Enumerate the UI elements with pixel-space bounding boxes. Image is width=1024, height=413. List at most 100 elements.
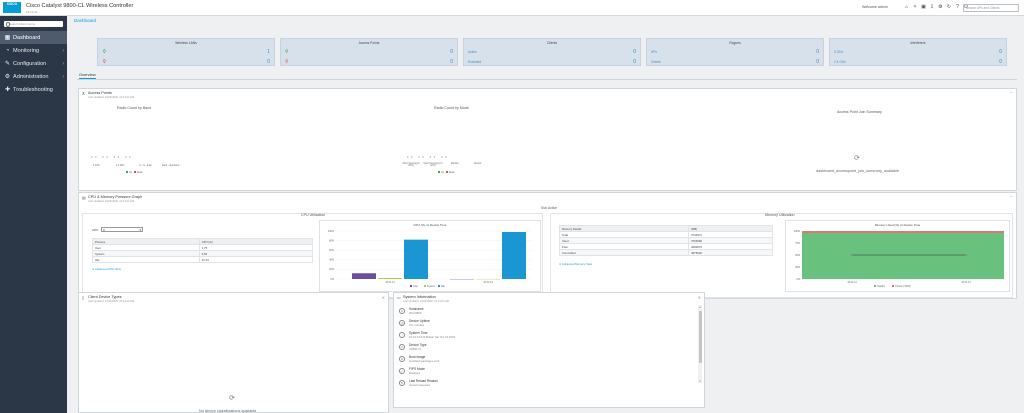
tile-label: APs [651,49,657,54]
band-legend: Up Down [125,171,143,174]
tile-access-points[interactable]: Access Points ⚲ 0 ⚲ 0 [280,38,458,66]
mode-count-values: 0 0 0 0 0 0 0 0 [407,156,448,159]
y-tick-label: 100% [328,230,335,233]
tile-rogues[interactable]: Rogues APs 0 Clients 0 [646,38,824,66]
scroll-down-icon[interactable]: ▾ [698,379,702,383]
system-icon: ▭ [397,294,401,300]
tile-title: Rogues [729,41,741,45]
advanced-cpu-link[interactable]: ⊙ Advanced CPU View [92,267,121,271]
bar-idle [404,239,428,279]
save-icon[interactable]: ▣ [921,4,926,10]
sidebar-item-dashboard[interactable]: ▦ Dashboard [0,31,67,44]
last-updated: Last Updated: 10/24/2020, 10:21:04 AM [88,299,134,303]
tile-interferers[interactable]: Interferers 5 GHz 0 2.4 GHz 0 [829,38,1007,66]
reload-icon: ↻ [399,379,405,386]
fips-icon: ✓ [399,367,405,374]
summary-tiles: Wireless LANs ⌔ 1 ⌔ 0 Access Points ⚲ 0 ⚲ 0 … [97,38,1007,66]
panel-title: CPU & Memory Pressure Graph [88,195,143,199]
main-content: Dashboard Wireless LANs ⌔ 1 ⌔ 0 Access Poi… [67,16,1024,413]
y-tick-label: 100% [794,230,801,233]
tile-value[interactable]: 0 [267,59,270,65]
tile-title: Wireless LANs [175,41,197,45]
tile-wireless-lans[interactable]: Wireless LANs ⌔ 1 ⌔ 0 [97,38,275,66]
cpu-chart: 0% 20% 40% 60% 80% 100% 10:21:14 10:21:44 User Sy… [328,230,532,288]
top-search-input[interactable]: Search APs and Clients [963,3,1019,12]
menu-search-input[interactable]: Search Menu Items [4,21,63,27]
slot-label: Slot: Active [541,206,557,210]
help-icon[interactable]: ? [955,4,960,10]
cpu-memory-panel: ▤ CPU & Memory Pressure Graph Last Updat… [78,192,1017,299]
collapse-icon[interactable]: ⌃ [1010,91,1013,96]
y-tick-label: 25% [795,266,801,269]
refresh-icon[interactable]: ↻ [947,4,952,10]
sidebar-item-configuration[interactable]: ✎ Configuration › [0,57,67,70]
settings-icon[interactable]: ⚙ [938,4,943,10]
chart-icon: ▤ [82,194,86,200]
tab-overview[interactable]: Overview [79,72,96,79]
loading-icon: ⟳ [854,155,860,162]
tile-value[interactable]: 1 [267,49,270,55]
scroll-up-icon[interactable]: ▴ [698,305,702,309]
band-tick: rx - rx - dual [139,165,152,167]
sidebar-item-monitoring[interactable]: ◔ Monitoring › [0,44,67,57]
cpu-select[interactable]: 0 ▾ [101,227,143,232]
tile-title: Interferers [910,41,926,45]
tile-value[interactable]: 0 [450,49,453,55]
tile-value[interactable]: 0 [816,59,819,65]
tile-value[interactable]: 0 [633,49,636,55]
memory-table: Memory Details (MB) Total 3744972 Used 3764… [558,225,773,256]
list-item: ◷ Device Uptime 101 minutes [399,318,430,327]
tile-clients[interactable]: Clients Active 0 Excluded 0 [463,38,641,66]
tile-value[interactable]: 0 [999,59,1002,65]
ap-down-icon: ⚲ [285,58,289,65]
advanced-memory-link[interactable]: ⊙ Advanced Memory View [559,262,592,266]
last-updated: Last Updated: 10/24/2020, 10:21:04 AM [403,299,449,303]
table-row: Committed 4675020 [558,249,773,256]
close-icon[interactable]: ✕ [698,295,701,300]
y-tick-label: 20% [329,268,335,271]
cpu-title: CPU Utilization [301,213,326,217]
panel-title: Access Points [88,91,112,95]
device-type-icon: ▭ [399,343,405,350]
close-icon[interactable]: ✕ [382,295,385,300]
sidebar-item-troubleshooting[interactable]: ✚ Troubleshooting [0,83,67,96]
sidebar-item-administration[interactable]: ⚙ Administration › [0,70,67,83]
list-item: ↻ Last Reload Reason reload requested [399,378,438,387]
download-icon[interactable]: ⇩ [930,4,935,10]
cisco-logo[interactable]: ılıılı CISCO [3,2,21,13]
last-updated: Last Updated: 10/24/2020, 10:21:04 AM [88,95,134,99]
panel-title: Client Device Types [88,295,122,299]
scrollbar-thumb[interactable] [698,311,702,363]
tile-value[interactable]: 0 [633,59,636,65]
area-healthy [802,232,1004,279]
app-version: 16.12.1s [26,10,38,14]
scrollbar[interactable]: ▴ ▾ [698,305,702,383]
band-tick: 6 GHz [93,165,100,167]
radio-band-title: Radio Count by Band [117,106,152,110]
tile-label: Active [468,49,477,54]
home-icon[interactable]: ⌂ [904,4,909,10]
band-count-values: 0 0 0 0 0 0 0 0 [91,156,132,159]
band-tick: band - dual band [162,165,180,167]
band-tick: 2.4 GHz [116,165,125,167]
tile-label: Excluded [468,59,482,64]
tile-value[interactable]: 0 [816,49,819,55]
table-row: Idle 97.44 [92,256,314,263]
legend-label: Idle [441,285,446,288]
chevron-down-icon: ▾ [139,228,141,233]
boot-image-icon: ⊙ [399,355,405,362]
tile-value[interactable]: 0 [450,59,453,65]
collapse-icon[interactable]: ⌃ [1010,195,1013,200]
wizard-icon[interactable]: ✧ [913,4,918,10]
tile-value[interactable]: 0 [999,49,1002,55]
mode-tick: Monitor [451,163,459,165]
app-title: Cisco Catalyst 9800-CL Wireless Controll… [26,3,134,9]
memory-section: Memory Utilization Memory Details (MB) To… [550,213,1013,298]
breadcrumb[interactable]: Dashboard [74,18,96,23]
mode-tick: Client Serving (6 GHz) [402,163,420,167]
hostname-icon: ≡ [399,307,405,314]
list-item: ✓ FIPS Mode Disabled [399,366,425,375]
legend-swatch [410,285,412,287]
cpu-section: CPU Utilization CPU 0 ▾ Process CPU (%) Us… [82,213,543,298]
x-tick-label: 10:21:14 [847,281,857,284]
